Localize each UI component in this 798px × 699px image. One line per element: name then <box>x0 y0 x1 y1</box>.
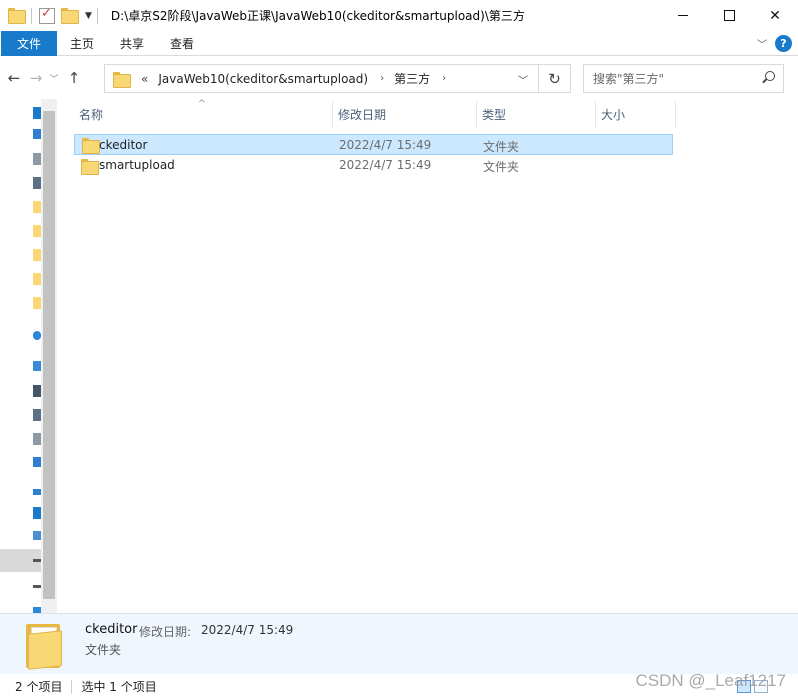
breadcrumb-item-current[interactable]: 第三方 <box>394 70 430 87</box>
file-name: ckeditor <box>99 138 148 152</box>
music-icon[interactable] <box>33 489 41 495</box>
ribbon-tabs: 文件 主页 共享 查看 ﹀ ? <box>0 30 798 56</box>
title-bar: ▼ D:\卓京S2阶段\JavaWeb正课\JavaWeb10(ckeditor… <box>0 0 798 31</box>
column-header-modified[interactable]: 修改日期 <box>333 101 477 127</box>
folder-icon[interactable] <box>33 201 41 213</box>
tab-share[interactable]: 共享 <box>107 31 157 56</box>
folder-icon <box>8 7 26 24</box>
back-button[interactable]: ← <box>6 69 22 87</box>
folder-thumbnail-icon <box>26 624 62 670</box>
column-header-type[interactable]: 类型 <box>477 101 596 127</box>
recent-locations-button[interactable]: ﹀ <box>48 72 60 85</box>
onedrive-icon[interactable] <box>33 331 41 340</box>
window-title: D:\卓京S2阶段\JavaWeb正课\JavaWeb10(ckeditor&s… <box>110 9 525 23</box>
document-icon[interactable] <box>33 153 41 165</box>
expand-ribbon-chevron-icon[interactable]: ﹀ <box>757 36 767 51</box>
file-modified: 2022/4/7 15:49 <box>339 138 432 152</box>
folder-icon <box>113 71 131 88</box>
close-button[interactable]: ✕ <box>752 0 798 31</box>
new-folder-icon[interactable] <box>61 7 79 24</box>
folder-icon[interactable] <box>33 225 41 237</box>
quick-access-toolbar: ▼ <box>0 0 105 31</box>
folder-icon[interactable] <box>33 297 41 309</box>
nav-scrollbar-thumb[interactable] <box>43 111 55 599</box>
overflow-chevron-icon[interactable]: « <box>141 72 148 86</box>
details-pane: ckeditor 修改日期: 2022/4/7 15:49 文件夹 <box>0 613 798 674</box>
drive-icon[interactable] <box>33 585 41 588</box>
divider <box>71 679 73 694</box>
folder-icon[interactable] <box>33 249 41 261</box>
up-button[interactable]: ↑ <box>66 69 82 87</box>
file-type: 文件夹 <box>483 140 520 154</box>
navigation-pane[interactable] <box>0 99 57 613</box>
drive-icon[interactable] <box>33 559 41 562</box>
maximize-button[interactable] <box>706 0 752 31</box>
divider <box>31 7 32 24</box>
minimize-button[interactable] <box>660 0 706 31</box>
quick-access-icon[interactable] <box>33 107 41 119</box>
video-icon[interactable] <box>33 385 41 397</box>
address-bar[interactable]: « JavaWeb10(ckeditor&smartupload) › 第三方 … <box>104 64 539 93</box>
tab-home[interactable]: 主页 <box>57 31 107 56</box>
column-header-label: 修改日期 <box>338 107 387 122</box>
details-modified-label: 修改日期: <box>139 625 192 639</box>
address-dropdown-icon[interactable]: ﹀ <box>518 72 528 87</box>
forward-button[interactable]: → <box>28 69 44 87</box>
folder-icon[interactable] <box>33 273 41 285</box>
details-type: 文件夹 <box>85 643 122 657</box>
ribbon-right: ﹀ ? <box>757 35 792 52</box>
divider <box>96 7 98 24</box>
details-modified-value: 2022/4/7 15:49 <box>201 623 294 637</box>
breadcrumb-item[interactable]: JavaWeb10(ckeditor&smartupload) <box>158 72 368 86</box>
file-row[interactable]: ckeditor 2022/4/7 15:49 文件夹 <box>74 134 673 155</box>
file-row[interactable]: smartupload 2022/4/7 15:49 文件夹 <box>74 155 673 176</box>
column-header-name[interactable]: 名称 <box>74 101 333 127</box>
file-type: 文件夹 <box>483 160 520 174</box>
this-pc-icon[interactable] <box>33 361 41 371</box>
pictures-icon[interactable] <box>33 177 41 189</box>
tab-view[interactable]: 查看 <box>157 31 207 56</box>
column-header-label: 类型 <box>482 107 507 122</box>
pictures-icon[interactable] <box>33 409 41 421</box>
help-icon[interactable]: ? <box>775 35 792 52</box>
folder-icon <box>82 137 100 154</box>
column-header-size[interactable]: 大小 <box>596 101 676 127</box>
document-icon[interactable] <box>33 433 41 445</box>
file-list[interactable]: ^ 名称 修改日期 类型 大小 ckeditor 2022/4/7 15:49 … <box>57 99 798 613</box>
breadcrumb-separator-icon[interactable]: › <box>442 73 446 84</box>
file-modified: 2022/4/7 15:49 <box>339 158 432 172</box>
address-row: ← → ﹀ ↑ « JavaWeb10(ckeditor&smartupload… <box>0 57 798 99</box>
refresh-button[interactable]: ↻ <box>539 64 571 93</box>
selected-count: 选中 1 个项目 <box>81 680 157 694</box>
watermark: CSDN @_Leaf1217 <box>635 671 786 690</box>
download-icon[interactable] <box>33 457 41 467</box>
desktop-icon[interactable] <box>33 507 41 519</box>
search-placeholder: 搜索"第三方" <box>593 72 665 86</box>
search-input[interactable]: 搜索"第三方" <box>583 64 784 93</box>
folder-icon <box>81 158 99 175</box>
drive-icon[interactable] <box>33 531 41 540</box>
properties-icon[interactable] <box>39 6 55 24</box>
customize-toolbar-arrow-icon[interactable]: ▼ <box>85 11 92 21</box>
file-name: smartupload <box>99 158 175 172</box>
column-header-label: 大小 <box>601 107 626 122</box>
window-controls: ✕ <box>660 0 798 31</box>
item-count: 2 个项目 <box>15 680 63 694</box>
tab-file[interactable]: 文件 <box>1 30 58 56</box>
details-name: ckeditor <box>85 622 138 637</box>
breadcrumb-separator-icon[interactable]: › <box>380 73 384 84</box>
download-icon[interactable] <box>33 129 41 139</box>
search-icon[interactable] <box>762 71 775 84</box>
column-divider[interactable] <box>675 101 676 127</box>
column-header-label: 名称 <box>79 107 104 122</box>
